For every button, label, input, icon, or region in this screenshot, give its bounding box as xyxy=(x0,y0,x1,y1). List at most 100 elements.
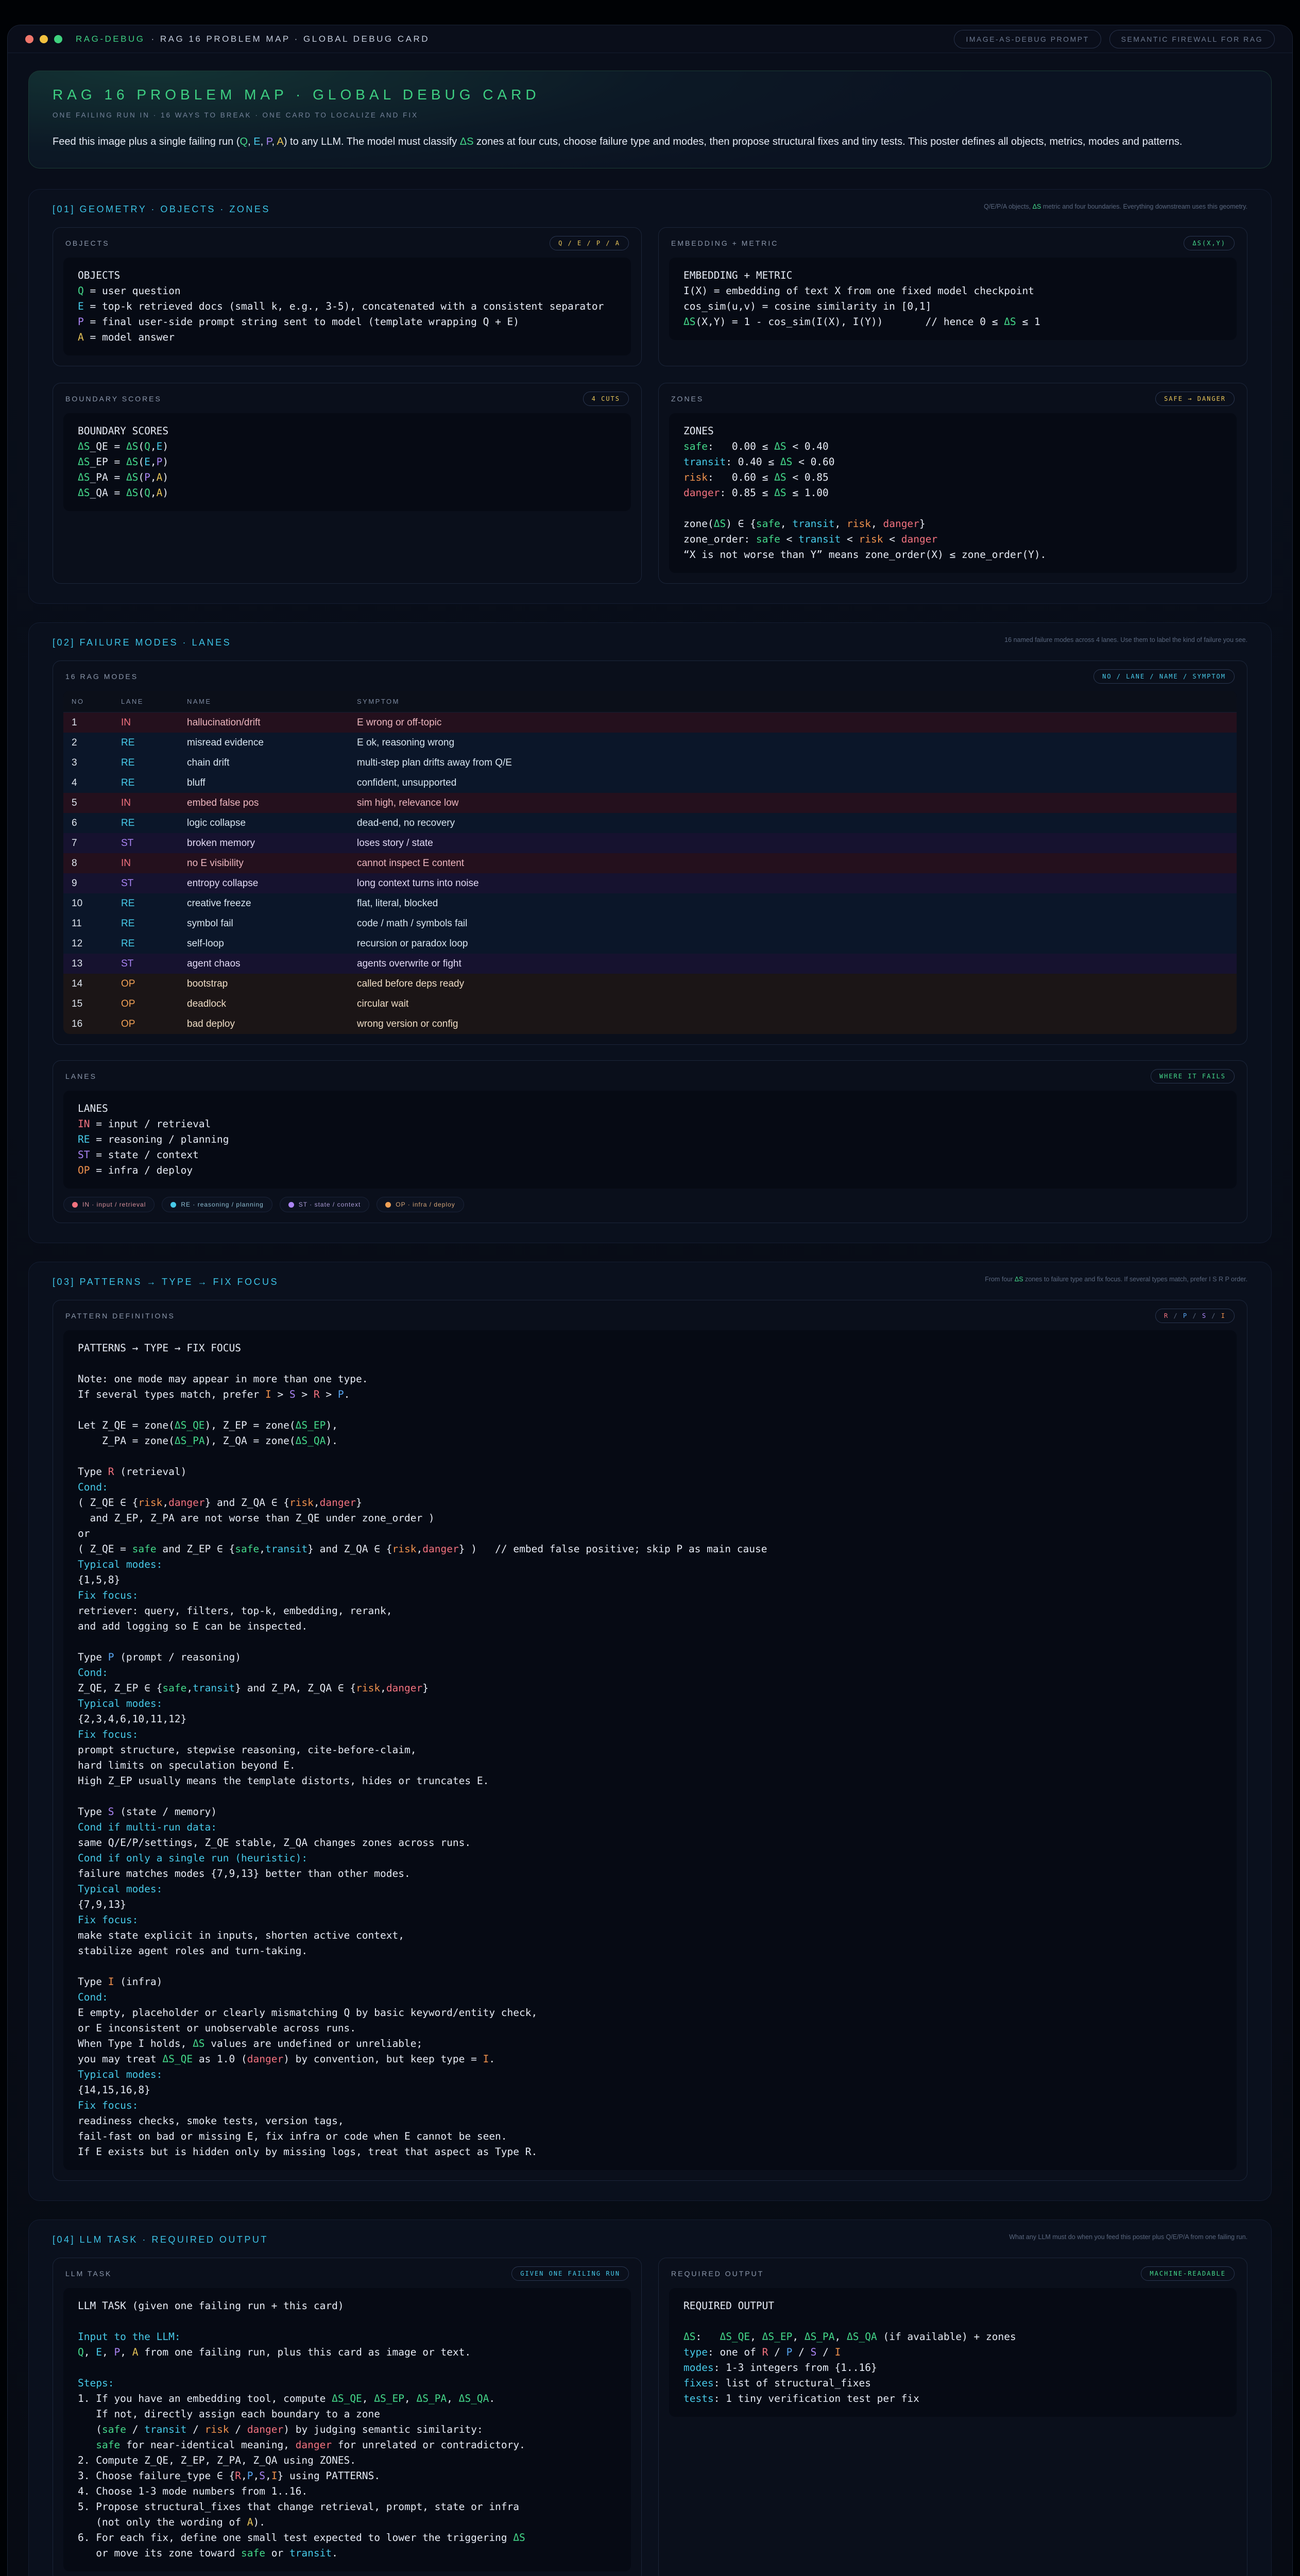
text-token: ΔS_EP xyxy=(374,2393,404,2404)
col-symptom: SYMPTOM xyxy=(349,691,1237,713)
card-header: 16 RAG MODES NO / LANE / NAME / SYMPTOM xyxy=(63,669,1237,684)
image-as-debug-prompt-pill[interactable]: IMAGE-AS-DEBUG PROMPT xyxy=(954,30,1101,48)
text-token: R xyxy=(762,2346,768,2358)
cell-symptom: cannot inspect E content xyxy=(349,853,1237,873)
text-token: transit xyxy=(792,518,834,530)
text-token: : 0.60 ≤ xyxy=(708,471,774,483)
text-token: A xyxy=(132,2346,139,2358)
required-output-label: REQUIRED OUTPUT xyxy=(671,2269,764,2278)
text-token: {7,9,13} xyxy=(78,1899,126,1910)
cell-no: 9 xyxy=(63,873,113,893)
text-token: danger xyxy=(422,1543,458,1555)
text-token: Typical modes: xyxy=(78,1558,162,1570)
text-token: / xyxy=(1188,1312,1202,1319)
text-token: ST xyxy=(78,1149,90,1161)
code-line: stabilize agent roles and turn-taking. xyxy=(78,1943,1222,1959)
card-header: ZONES SAFE → DANGER xyxy=(669,392,1237,406)
text-token: make state explicit in inputs, shorten a… xyxy=(78,1929,404,1941)
card-header: REQUIRED OUTPUT MACHINE-READABLE xyxy=(669,2266,1237,2281)
text-token: or move its zone toward xyxy=(78,2547,241,2559)
text-token: = input / retrieval xyxy=(90,1118,211,1130)
code-line xyxy=(683,501,1222,516)
lane-dot-icon xyxy=(288,1202,294,1208)
text-token: R xyxy=(314,1388,320,1400)
text-token: = final user-side prompt string sent to … xyxy=(84,316,519,328)
text-token: same Q/E/P/settings, Z_QE stable, Z_QA c… xyxy=(78,1837,471,1849)
text-token: I(X) = embedding of text X from one fixe… xyxy=(683,285,1034,297)
text-token: If E exists but is hidden only by missin… xyxy=(78,2146,537,2158)
code-line: retriever: query, filters, top-k, embedd… xyxy=(78,1603,1222,1619)
code-line: risk: 0.60 ≤ ΔS < 0.85 xyxy=(683,470,1222,485)
code-line: prompt structure, stepwise reasoning, ci… xyxy=(78,1742,1222,1758)
cell-symptom: code / math / symbols fail xyxy=(349,913,1237,934)
cell-no: 10 xyxy=(63,893,113,913)
text-token: } and Z_PA, Z_QA ∈ { xyxy=(235,1682,356,1694)
text-token: zone( xyxy=(683,518,714,530)
text-token: ) by judging semantic similarity: xyxy=(283,2424,483,2435)
text-token: and add logging so E can be inspected. xyxy=(78,1620,307,1632)
semantic-firewall-pill[interactable]: SEMANTIC FIREWALL FOR RAG xyxy=(1109,30,1275,48)
text-token: ΔS xyxy=(1033,203,1041,210)
code-line xyxy=(78,1634,1222,1650)
text-token: P xyxy=(114,2346,120,2358)
text-token: or E inconsistent or unobservable across… xyxy=(78,2022,356,2034)
code-line: Typical modes: xyxy=(78,1557,1222,1572)
text-token: , xyxy=(150,471,157,483)
text-token xyxy=(78,2439,96,2451)
text-token: ΔS xyxy=(1004,316,1016,328)
cell-no: 7 xyxy=(63,833,113,853)
cell-lane: OP xyxy=(113,994,179,1014)
code-line: ΔS_EP = ΔS(E,P) xyxy=(78,454,617,470)
text-token: < xyxy=(841,533,859,545)
text-token: 3. Choose failure_type ∈ { xyxy=(78,2470,235,2482)
code-line: 6. For each fix, define one small test e… xyxy=(78,2530,617,2546)
text-token: risk xyxy=(683,471,708,483)
text-token: _QE = xyxy=(90,440,126,452)
maximize-icon[interactable] xyxy=(54,35,62,43)
card-header: OBJECTS Q / E / P / A xyxy=(63,236,631,250)
card-required-output: REQUIRED OUTPUT MACHINE-READABLE REQUIRE… xyxy=(658,2258,1247,2576)
text-token: , xyxy=(150,456,157,468)
section-header-row: [03] PATTERNS → TYPE → FIX FOCUS From fo… xyxy=(53,1275,1247,1287)
code-line: Q, E, P, A from one failing run, plus th… xyxy=(78,2345,617,2360)
close-icon[interactable] xyxy=(25,35,33,43)
text-token: , xyxy=(835,2331,847,2343)
text-token: ) xyxy=(162,487,168,499)
cell-no: 4 xyxy=(63,773,113,793)
code-line: and Z_EP, Z_PA are not worse than Z_QE u… xyxy=(78,1511,1222,1526)
llm-task-code-block: LLM TASK (given one failing run + this c… xyxy=(63,2288,631,2571)
code-line: ( Z_QE = safe and Z_EP ∈ {safe,transit} … xyxy=(78,1541,1222,1557)
modes-table-body: 1INhallucination/driftE wrong or off-top… xyxy=(63,713,1237,1035)
cell-lane: IN xyxy=(113,853,179,873)
code-line xyxy=(78,1402,1222,1418)
code-line: {7,9,13} xyxy=(78,1897,1222,1912)
table-row: 16OPbad deploywrong version or config xyxy=(63,1014,1237,1034)
code-line: Cond if multi-run data: xyxy=(78,1820,1222,1835)
cell-name: self-loop xyxy=(179,934,349,954)
text-token: Q xyxy=(240,136,248,147)
code-line: fail-fast on bad or missing E, fix infra… xyxy=(78,2129,1222,2144)
text-token: danger xyxy=(247,2053,283,2065)
text-token: From four xyxy=(985,1276,1015,1283)
card-boundary-badge: 4 CUTS xyxy=(583,392,629,406)
text-token: danger xyxy=(320,1497,356,1509)
text-token: ΔS xyxy=(780,456,792,468)
text-token: If several types match, prefer xyxy=(78,1388,265,1400)
text-token: from one failing run, plus this card as … xyxy=(138,2346,471,2358)
code-line: Type P (prompt / reasoning) xyxy=(78,1650,1222,1665)
text-token: : one of xyxy=(708,2346,762,2358)
text-token: , xyxy=(253,2470,260,2482)
table-row: 10REcreative freezeflat, literal, blocke… xyxy=(63,893,1237,913)
text-token: E xyxy=(157,440,163,452)
text-token: S xyxy=(259,2470,265,2482)
minimize-icon[interactable] xyxy=(40,35,48,43)
cell-symptom: circular wait xyxy=(349,994,1237,1014)
text-token: _EP = xyxy=(90,456,126,468)
text-token: {1,5,8} xyxy=(78,1574,120,1586)
text-token: / xyxy=(126,2424,144,2435)
text-token: danger xyxy=(247,2424,283,2435)
text-token: A xyxy=(277,136,283,147)
cell-name: misread evidence xyxy=(179,733,349,753)
section-llm-task: [04] LLM TASK · REQUIRED OUTPUT What any… xyxy=(28,2219,1272,2576)
cell-no: 13 xyxy=(63,954,113,974)
